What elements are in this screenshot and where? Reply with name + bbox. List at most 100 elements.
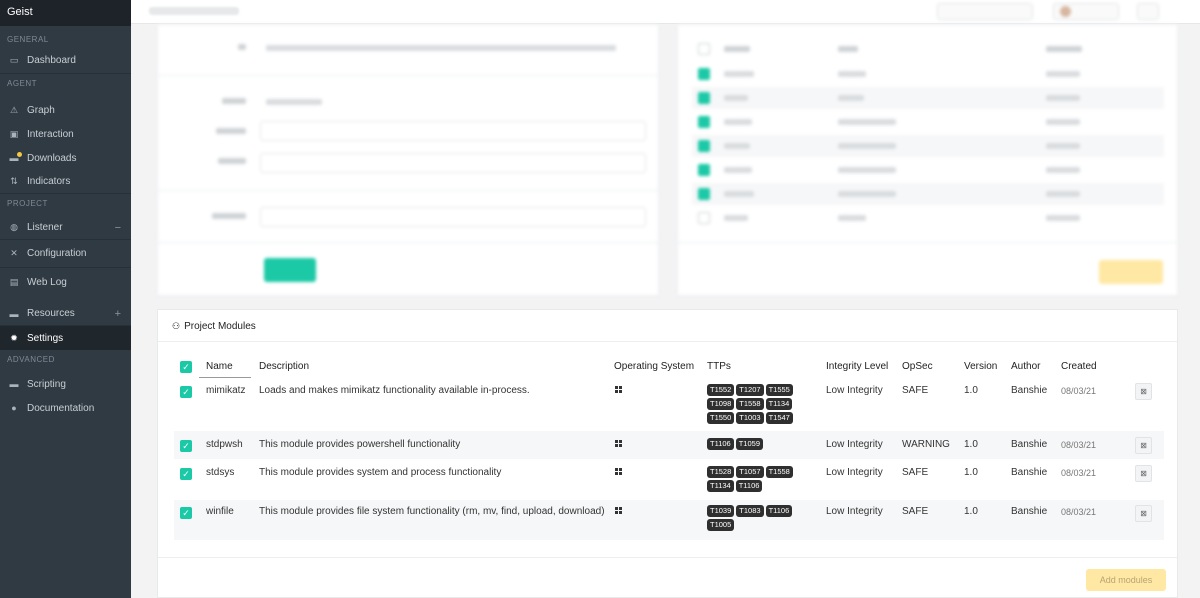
avatar [1060,6,1071,17]
column-header-created[interactable]: Created [1061,361,1097,372]
sidebar-item-listener[interactable]: ◍ Listener − [0,216,131,240]
author-value: Banshie [1011,439,1048,450]
row-checkbox[interactable]: ✓ [180,507,192,519]
column-header-integrity[interactable]: Integrity Level [826,361,888,372]
sidebar-item-graph[interactable]: ⚠ Graph [0,98,131,122]
module-name: stdpwsh [206,439,243,450]
section-advanced: ADVANCED [7,355,55,364]
module-name: mimikatz [206,385,246,396]
notification-dot [17,152,22,157]
windows-icon [615,440,623,448]
sidebar-item-documentation[interactable]: ● Documentation [0,396,131,420]
ttp-badge: T1106 [765,505,793,517]
sidebar: Geist GENERAL ▭ Dashboard AGENT ⚠ Graph … [0,0,131,598]
remove-module-button[interactable]: ⊠ [1135,383,1152,400]
version-value: 1.0 [964,385,978,396]
sidebar-item-label: Graph [27,104,55,116]
ttp-badge: T1558 [765,466,793,478]
sidebar-item-settings[interactable]: ✹ Settings [0,326,131,350]
integrity-level: Low Integrity [826,385,883,396]
ttp-list: T1106 T1059 [707,438,807,450]
ttp-badge: T1134 [765,398,793,410]
sidebar-item-web-log[interactable]: ▤ Web Log [0,268,131,296]
brand-title: Geist [0,0,131,26]
row-checkbox[interactable]: ✓ [180,468,192,480]
sidebar-item-interaction[interactable]: ▣ Interaction [0,122,131,146]
remove-module-button[interactable]: ⊠ [1135,505,1152,522]
windows-icon [615,468,623,476]
sidebar-item-label: Indicators [27,176,71,187]
log-icon: ▤ [9,276,19,287]
gear-icon: ✹ [10,332,18,343]
project-modules-title: ⚇ Project Modules [172,321,256,332]
sidebar-item-resources[interactable]: ▬ Resources + [0,302,131,326]
sidebar-item-downloads[interactable]: ▬ Downloads [0,146,131,170]
column-header-os[interactable]: Operating System [614,361,694,372]
author-value: Banshie [1011,506,1048,517]
collapse-icon[interactable]: − [115,222,121,234]
module-name: stdsys [206,467,235,478]
windows-icon [615,507,623,515]
module-description: This module provides powershell function… [259,439,461,450]
project-modules-label: Project Modules [184,321,256,332]
opsec-value: WARNING [902,439,950,450]
add-modules-button[interactable]: Add modules [1086,569,1166,591]
version-value: 1.0 [964,506,978,517]
graph-icon: ⚠ [9,104,19,115]
remove-icon: ⊠ [1140,441,1147,450]
select-all-checkbox[interactable]: ✓ [180,361,192,373]
author-value: Banshie [1011,385,1048,396]
terminal-icon: ▣ [9,128,19,139]
sidebar-item-configuration[interactable]: ✕ Configuration [0,240,131,268]
sidebar-item-label: Dashboard [27,55,76,66]
opsec-value: SAFE [902,385,929,396]
sidebar-item-indicators[interactable]: ⇅ Indicators [0,170,131,194]
breadcrumb [149,7,239,15]
ttp-list: T1552 T1207 T1555 T1098 T1558 T1134 T155… [707,384,807,424]
expand-icon[interactable]: + [115,308,121,320]
row-checkbox[interactable]: ✓ [180,386,192,398]
remove-module-button[interactable]: ⊠ [1135,437,1152,454]
ttp-list: T1039 T1083 T1106 T1005 [707,505,807,531]
section-general: GENERAL [7,35,49,44]
created-date: 08/03/21 [1061,386,1097,396]
users-icon: ⚇ [172,321,181,331]
settings-button[interactable] [1137,3,1159,20]
remove-module-button[interactable]: ⊠ [1135,465,1152,482]
sidebar-item-label: Interaction [27,128,74,140]
created-date: 08/03/21 [1061,507,1097,517]
divider [158,557,1177,558]
user-menu[interactable] [1053,3,1119,20]
remove-icon: ⊠ [1140,509,1147,518]
sidebar-item-label: Configuration [27,248,87,259]
project-modules-card: ⚇ Project Modules ✓ Name Description Ope… [157,309,1178,598]
ttp-badge: T1106 [707,438,734,450]
column-header-description[interactable]: Description [259,361,309,372]
column-header-version[interactable]: Version [964,361,997,372]
opsec-value: SAFE [902,506,929,517]
indicators-icon: ⇅ [10,176,18,186]
created-date: 08/03/21 [1061,468,1097,478]
column-header-author[interactable]: Author [1011,361,1040,372]
integrity-level: Low Integrity [826,467,883,478]
integrity-level: Low Integrity [826,506,883,517]
sidebar-item-dashboard[interactable]: ▭ Dashboard [0,48,131,74]
module-description: Loads and makes mimikatz functionality a… [259,385,530,396]
windows-icon [615,386,623,394]
ttp-badge: T1528 [707,466,735,478]
ttp-badge: T1207 [736,384,764,396]
remove-icon: ⊠ [1140,387,1147,396]
ttp-list: T1528 T1057 T1558 T1134 T1106 [707,466,807,492]
module-description: This module provides system and process … [259,467,502,478]
column-header-name[interactable]: Name [206,361,233,372]
top-bar [131,0,1200,24]
project-selector[interactable] [937,3,1033,20]
sidebar-item-label: Resources [27,308,75,319]
column-header-opsec[interactable]: OpSec [902,361,933,372]
row-checkbox[interactable]: ✓ [180,440,192,452]
sidebar-item-label: Listener [27,222,63,233]
column-header-ttps[interactable]: TTPs [707,361,731,372]
sidebar-item-scripting[interactable]: ▬ Scripting [0,372,131,396]
ttp-badge: T1555 [765,384,793,396]
version-value: 1.0 [964,467,978,478]
